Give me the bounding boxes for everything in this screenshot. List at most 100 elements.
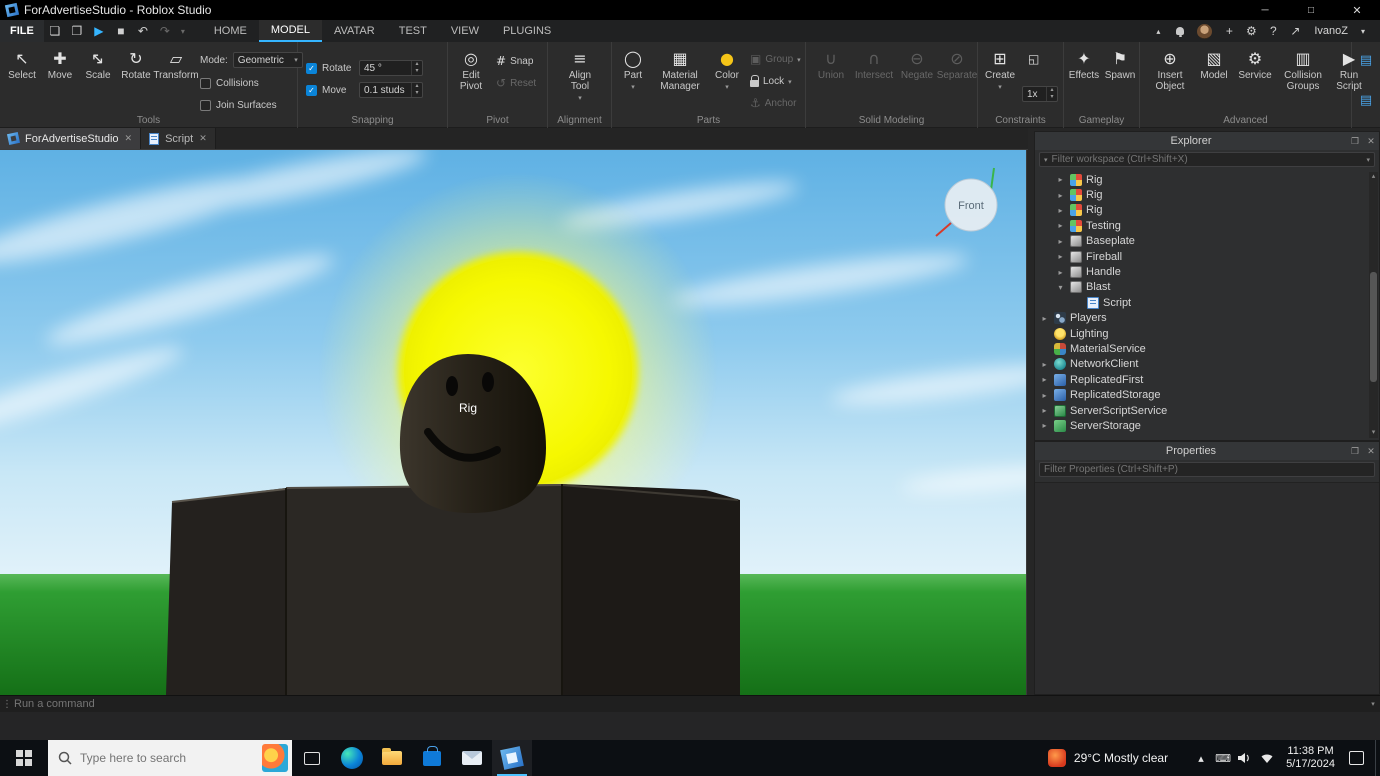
touch-keyboard-icon[interactable]: ⌨ bbox=[1212, 740, 1234, 776]
taskbar-app-mail[interactable] bbox=[452, 740, 492, 776]
negate-button[interactable]: ⊖ Negate bbox=[898, 48, 936, 81]
union-button[interactable]: ∪ Union bbox=[812, 48, 850, 81]
mode-select[interactable]: Geometric ▾ bbox=[233, 52, 303, 68]
weather-icon[interactable] bbox=[1048, 749, 1066, 767]
collision-groups-button[interactable]: ▥ Collision Groups bbox=[1278, 48, 1328, 92]
explorer-item-players[interactable]: ▸Players bbox=[1035, 311, 1369, 326]
float-panel-icon[interactable]: ❐ bbox=[1347, 136, 1363, 147]
explorer-item-blast[interactable]: ▾Blast bbox=[1035, 280, 1369, 295]
new-place-icon[interactable]: ❏ bbox=[44, 20, 66, 42]
command-input[interactable] bbox=[14, 698, 1366, 710]
constraint-scale-tool-button[interactable]: ◱ bbox=[1028, 50, 1039, 68]
tab-view[interactable]: VIEW bbox=[439, 20, 491, 42]
explorer-filter[interactable]: ▾ ▾ bbox=[1039, 152, 1375, 167]
explorer-item-serverstorage[interactable]: ▸ServerStorage bbox=[1035, 418, 1369, 433]
expand-arrow-icon[interactable]: ▸ bbox=[1055, 175, 1066, 184]
expand-arrow-icon[interactable]: ▸ bbox=[1039, 360, 1050, 369]
chevron-down-icon[interactable]: ▾ bbox=[1366, 700, 1380, 708]
wifi-icon[interactable] bbox=[1256, 740, 1278, 776]
create-constraint-button[interactable]: ⊞ Create ▾ bbox=[982, 48, 1018, 93]
hidden-icons-chevron[interactable]: ▴ bbox=[1190, 740, 1212, 776]
search-highlight-image[interactable] bbox=[262, 744, 288, 772]
tab-model[interactable]: MODEL bbox=[259, 20, 322, 42]
expand-arrow-icon[interactable]: ▸ bbox=[1039, 391, 1050, 400]
taskbar-search-input[interactable] bbox=[80, 751, 254, 765]
explorer-filter-input[interactable] bbox=[1052, 154, 1363, 165]
share-icon[interactable]: ↗ bbox=[1286, 20, 1304, 42]
doc-tab-script[interactable]: Script ✕ bbox=[141, 128, 216, 149]
maximize-button[interactable]: □ bbox=[1288, 0, 1334, 20]
explorer-item-replicatedfirst[interactable]: ▸ReplicatedFirst bbox=[1035, 372, 1369, 387]
username[interactable]: IvanoZ bbox=[1314, 25, 1348, 37]
expand-arrow-icon[interactable]: ▸ bbox=[1055, 206, 1066, 215]
rotate-snap-checkbox[interactable]: ✓ bbox=[306, 63, 317, 74]
properties-filter-input[interactable] bbox=[1044, 464, 1370, 475]
taskbar-app-file-explorer[interactable] bbox=[372, 740, 412, 776]
tab-test[interactable]: TEST bbox=[387, 20, 439, 42]
model-button[interactable]: ▧ Model bbox=[1196, 48, 1232, 81]
taskbar-app-roblox-studio[interactable] bbox=[492, 740, 532, 776]
stop-button[interactable]: ■ bbox=[110, 20, 132, 42]
explorer-item-baseplate[interactable]: ▸Baseplate bbox=[1035, 234, 1369, 249]
minimize-button[interactable]: ─ bbox=[1242, 0, 1288, 20]
explorer-item-handle[interactable]: ▸Handle bbox=[1035, 264, 1369, 279]
collapse-arrow-icon[interactable]: ▾ bbox=[1055, 283, 1066, 292]
separate-button[interactable]: ⊘ Separate bbox=[936, 48, 978, 81]
spawn-button[interactable]: ⚑ Spawn bbox=[1102, 48, 1138, 81]
speaker-icon[interactable] bbox=[1234, 740, 1256, 776]
explorer-item-fireball[interactable]: ▸Fireball bbox=[1035, 249, 1369, 264]
close-panel-icon[interactable]: ✕ bbox=[1363, 136, 1379, 147]
edit-pivot-button[interactable]: ◎ Edit Pivot bbox=[452, 48, 490, 92]
play-button[interactable]: ▶ bbox=[88, 20, 110, 42]
start-button[interactable] bbox=[0, 740, 48, 776]
tab-home[interactable]: HOME bbox=[202, 20, 259, 42]
intersect-button[interactable]: ∩ Intersect bbox=[852, 48, 896, 81]
viewport-3d[interactable]: Rig Front bbox=[0, 150, 1026, 695]
action-center-icon[interactable] bbox=[1345, 740, 1367, 776]
scroll-down-icon[interactable]: ▾ bbox=[1369, 428, 1378, 438]
user-avatar[interactable] bbox=[1197, 24, 1212, 39]
tab-plugins[interactable]: PLUGINS bbox=[491, 20, 563, 42]
weather-text[interactable]: 29°C Mostly clear bbox=[1074, 751, 1168, 765]
help-icon[interactable]: ? bbox=[1264, 20, 1282, 42]
explorer-item-rig[interactable]: ▸Rig bbox=[1035, 187, 1369, 202]
panel-toggle-top-icon[interactable]: ▤ bbox=[1358, 52, 1374, 68]
color-button[interactable]: ● Color ▾ bbox=[710, 48, 744, 93]
explorer-item-lighting[interactable]: Lighting bbox=[1035, 326, 1369, 341]
undo-button[interactable]: ↶ bbox=[132, 20, 154, 42]
quickbar-caret-icon[interactable]: ▾ bbox=[176, 20, 190, 42]
explorer-item-script[interactable]: Script bbox=[1035, 295, 1369, 310]
show-desktop-button[interactable] bbox=[1375, 740, 1380, 776]
scrollbar-thumb[interactable] bbox=[1370, 272, 1377, 382]
open-place-icon[interactable]: ❐ bbox=[66, 20, 88, 42]
service-button[interactable]: ⚙ Service bbox=[1234, 48, 1276, 81]
effects-button[interactable]: ✦ Effects bbox=[1066, 48, 1102, 81]
expand-arrow-icon[interactable]: ▸ bbox=[1039, 406, 1050, 415]
lock-button[interactable]: Lock ▾ bbox=[750, 72, 792, 90]
explorer-item-networkclient[interactable]: ▸NetworkClient bbox=[1035, 357, 1369, 372]
expand-arrow-icon[interactable]: ▸ bbox=[1039, 421, 1050, 430]
add-friend-icon[interactable]: + bbox=[1220, 20, 1238, 42]
expand-arrow-icon[interactable]: ▸ bbox=[1055, 252, 1066, 261]
expand-arrow-icon[interactable]: ▸ bbox=[1055, 221, 1066, 230]
scale-tool-button[interactable]: ↔ Scale bbox=[80, 48, 116, 81]
taskbar-clock[interactable]: 11:38 PM 5/17/2024 bbox=[1286, 745, 1335, 771]
join-surfaces-checkbox[interactable] bbox=[200, 100, 211, 111]
explorer-item-rig[interactable]: ▸Rig bbox=[1035, 203, 1369, 218]
collapse-ribbon-icon[interactable]: ▴ bbox=[1149, 20, 1167, 42]
close-panel-icon[interactable]: ✕ bbox=[1363, 446, 1379, 457]
expand-arrow-icon[interactable]: ▸ bbox=[1055, 268, 1066, 277]
transform-tool-button[interactable]: ▱ Transform bbox=[156, 48, 196, 81]
taskbar-app-store[interactable] bbox=[412, 740, 452, 776]
explorer-item-serverscriptservice[interactable]: ▸ServerScriptService bbox=[1035, 403, 1369, 418]
rotate-tool-button[interactable]: ↻ Rotate bbox=[118, 48, 154, 81]
scroll-up-icon[interactable]: ▴ bbox=[1369, 172, 1378, 182]
tab-avatar[interactable]: AVATAR bbox=[322, 20, 387, 42]
material-manager-button[interactable]: ▦ Material Manager bbox=[654, 48, 706, 92]
taskbar-search-box[interactable] bbox=[48, 740, 292, 776]
explorer-item-rig[interactable]: ▸Rig bbox=[1035, 172, 1369, 187]
close-tab-icon[interactable]: ✕ bbox=[125, 133, 133, 144]
grip-icon[interactable]: ⋮ bbox=[0, 699, 14, 710]
reset-pivot-button[interactable]: ↺ Reset bbox=[496, 74, 536, 92]
anchor-button[interactable]: ⚓ Anchor bbox=[750, 94, 796, 112]
